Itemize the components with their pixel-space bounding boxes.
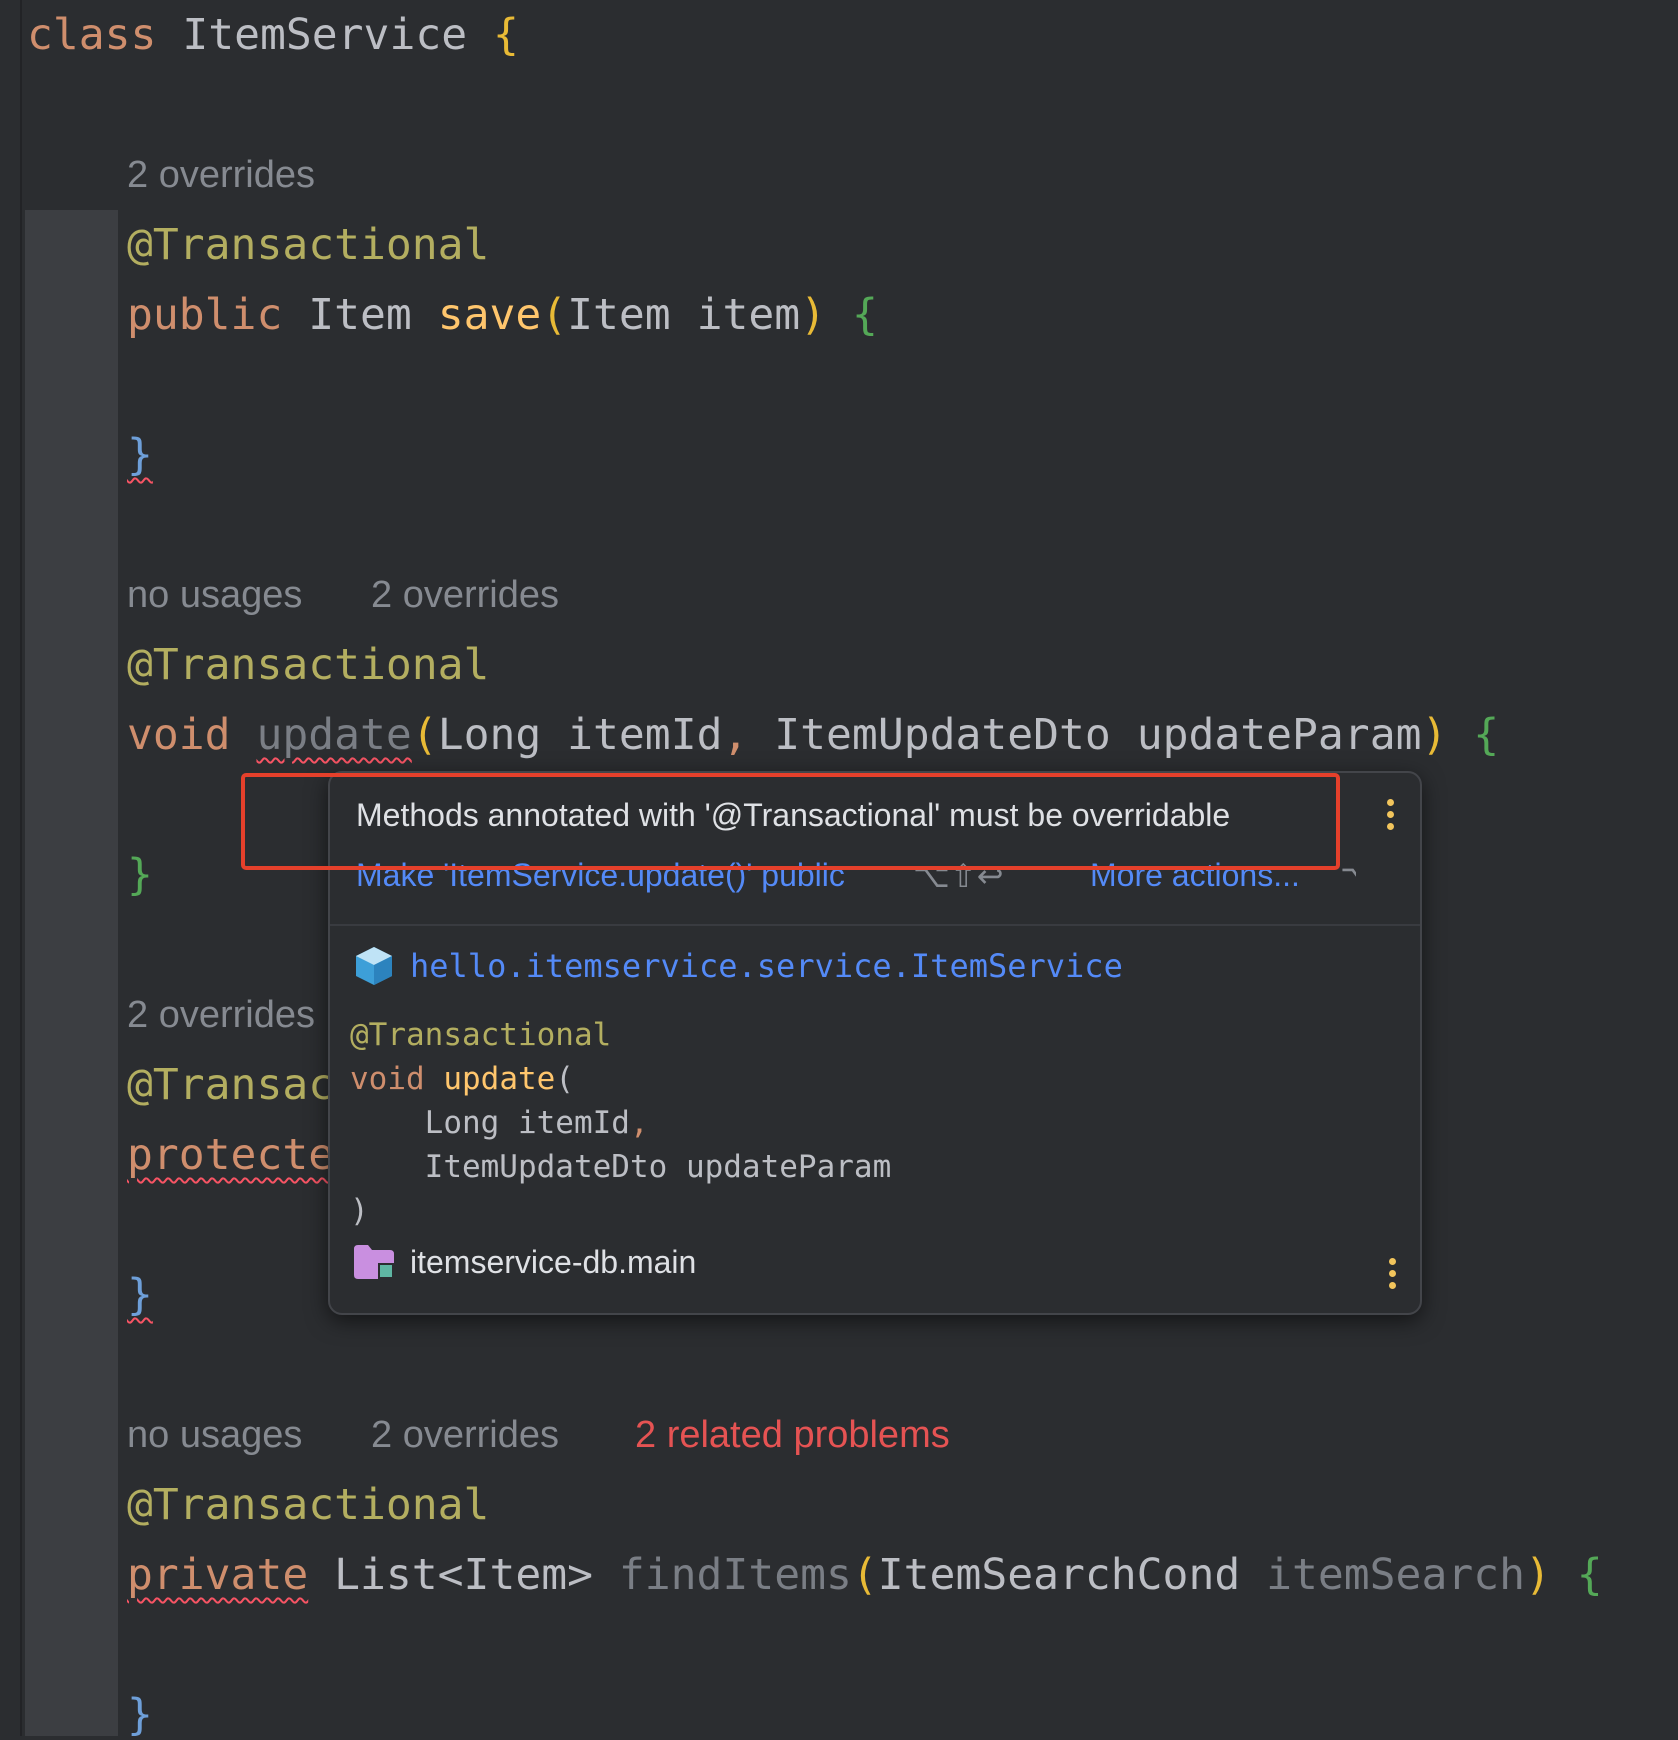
- param-name[interactable]: itemId: [567, 710, 722, 760]
- method-signature-doc: @Transactional void update( Long itemId,…: [350, 1013, 891, 1233]
- doc-paren-open: (: [555, 1061, 574, 1097]
- inlay-hint-overrides[interactable]: 2 overrides: [371, 570, 559, 620]
- code-line-annotation: @Transac: [127, 1060, 334, 1110]
- modifier[interactable]: protecte: [127, 1130, 334, 1180]
- code-line-close: }: [127, 850, 153, 900]
- code-line-class-decl: class ItemService {: [27, 10, 519, 60]
- annotation-transactional[interactable]: @Transactional: [127, 1480, 489, 1530]
- method-close-brace: }: [127, 850, 153, 900]
- method-name-update[interactable]: update: [256, 710, 411, 760]
- class-qualified-name-link[interactable]: hello.itemservice.service.ItemService: [410, 947, 1123, 985]
- code-line-close: }: [127, 1270, 153, 1320]
- paren-close: ): [1525, 1550, 1551, 1600]
- paren-open: (: [541, 290, 568, 340]
- return-type[interactable]: Item: [308, 290, 412, 340]
- paren-close: ): [800, 290, 827, 340]
- annotation-transactional[interactable]: @Transactional: [127, 640, 489, 690]
- inlay-hint-related-problems[interactable]: 2 related problems: [635, 1410, 950, 1460]
- doc-annotation: @Transactional: [350, 1017, 612, 1053]
- code-line-close: }: [127, 430, 153, 480]
- highlight-rectangle: [241, 773, 1340, 870]
- more-actions-shortcut: ⌥↩: [1340, 857, 1356, 895]
- paren-open: (: [851, 1550, 878, 1600]
- code-line-method-update: void update(Long itemId, ItemUpdateDto u…: [127, 710, 1499, 760]
- popup-divider: [330, 924, 1420, 926]
- param-type[interactable]: ItemUpdateDto: [774, 710, 1111, 760]
- param-name[interactable]: itemSearch: [1266, 1550, 1525, 1600]
- more-options-icon[interactable]: [1385, 799, 1395, 830]
- comma: ,: [722, 710, 749, 760]
- method-close-brace: }: [127, 1690, 153, 1740]
- method-open-brace: {: [1473, 710, 1500, 760]
- modifier[interactable]: private: [127, 1550, 308, 1600]
- inlay-hint-overrides[interactable]: 2 overrides: [127, 150, 315, 200]
- inlay-hint-overrides[interactable]: 2 overrides: [127, 990, 315, 1040]
- param-type[interactable]: ItemSearchCond: [878, 1550, 1240, 1600]
- code-line-method-save: public Item save(Item item) {: [127, 290, 878, 340]
- annotation-transactional[interactable]: @Transactional: [127, 220, 489, 270]
- code-line-close: }: [127, 1690, 153, 1740]
- inlay-hint-usages[interactable]: no usages: [127, 570, 302, 620]
- doc-comma: ,: [629, 1105, 649, 1141]
- param-type[interactable]: Long: [438, 710, 542, 760]
- param-type[interactable]: Item: [567, 290, 671, 340]
- method-name-finditems[interactable]: findItems: [619, 1550, 852, 1600]
- doc-paren-close: ): [350, 1193, 369, 1229]
- module-name: itemservice-db.main: [410, 1243, 697, 1280]
- return-type-void: void: [127, 710, 231, 760]
- code-content[interactable]: class ItemService { 2 overrides @Transac…: [0, 0, 1603, 1740]
- return-type[interactable]: List<Item>: [334, 1550, 593, 1600]
- class-reference-row: hello.itemservice.service.ItemService: [354, 941, 1123, 991]
- method-open-brace: {: [851, 290, 878, 340]
- inlay-hint-usages[interactable]: no usages: [127, 1410, 302, 1460]
- paren-close: ): [1421, 710, 1448, 760]
- class-icon: [356, 947, 392, 985]
- paren-open: (: [411, 710, 438, 760]
- param-name[interactable]: item: [697, 290, 801, 340]
- method-close-brace: }: [127, 430, 153, 480]
- class-name[interactable]: ItemService: [182, 10, 467, 60]
- class-open-brace: {: [493, 10, 519, 60]
- code-line-method-finditems: private List<Item> findItems(ItemSearchC…: [127, 1550, 1603, 1600]
- doc-param-1: Long itemId: [424, 1105, 630, 1141]
- keyword-class: class: [27, 10, 157, 60]
- code-line-annotation: @Transactional: [127, 1480, 489, 1530]
- module-row: itemservice-db.main: [352, 1243, 696, 1281]
- method-close-brace: }: [127, 1270, 153, 1320]
- doc-param-2: ItemUpdateDto updateParam: [424, 1149, 892, 1185]
- method-open-brace: {: [1576, 1550, 1603, 1600]
- module-folder-icon: [354, 1245, 394, 1279]
- modifier: public: [127, 290, 283, 340]
- method-name-save[interactable]: save: [438, 290, 542, 340]
- inlay-hint-overrides[interactable]: 2 overrides: [371, 1410, 559, 1460]
- doc-method-name: update: [443, 1061, 556, 1097]
- more-options-icon[interactable]: [1387, 1258, 1397, 1289]
- param-name[interactable]: updateParam: [1137, 710, 1422, 760]
- annotation-transactional[interactable]: @Transac: [127, 1060, 334, 1110]
- code-line-method-protected: protecte: [127, 1130, 334, 1180]
- code-line-annotation: @Transactional: [127, 220, 489, 270]
- doc-return-type: void: [350, 1061, 425, 1097]
- code-line-annotation: @Transactional: [127, 640, 489, 690]
